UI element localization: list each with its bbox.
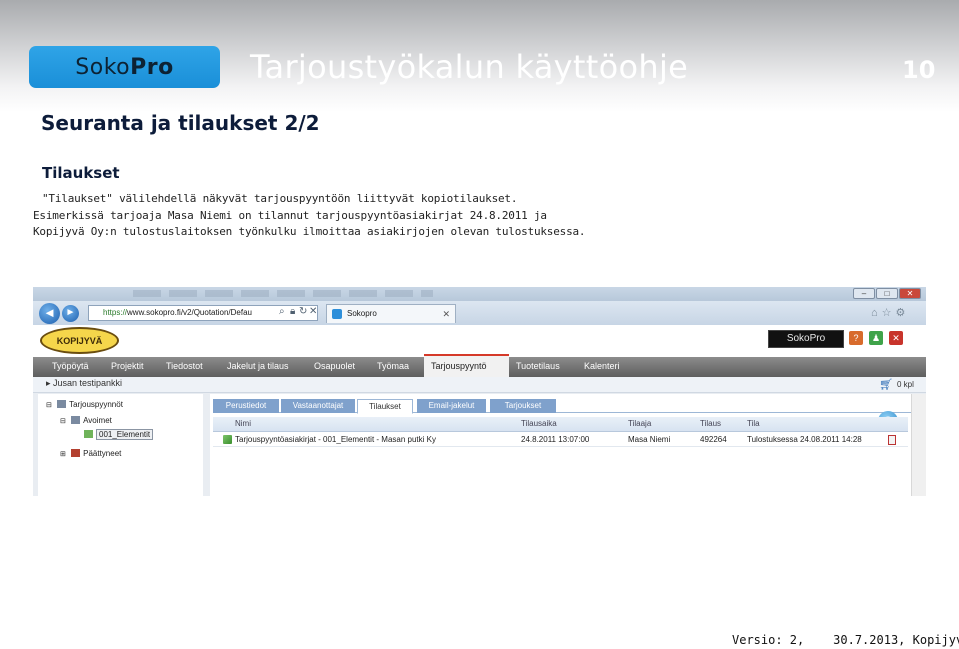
footer-version: Versio: 2, 30.7.2013, Kopijyvä Oy bbox=[732, 633, 959, 647]
minimize-button[interactable]: – bbox=[853, 288, 875, 299]
logo-text: SokoPro bbox=[75, 54, 174, 80]
tree-item-001-elementit[interactable]: 001_Elementit bbox=[84, 429, 154, 440]
home-icon[interactable]: ⌂ bbox=[871, 307, 882, 319]
stop-icon[interactable]: ✕ bbox=[309, 306, 317, 317]
kopijyva-logo: KOPIJYVÄ bbox=[40, 327, 119, 354]
menu-item-projektit[interactable]: Projektit bbox=[111, 357, 144, 377]
body-text-line: Kopijyvä Oy:n tulostuslaitoksen työnkulk… bbox=[33, 225, 586, 238]
tree-panel: ⊟ Tarjouspyynnöt ⊟ Avoimet 001_Elementit… bbox=[38, 394, 203, 496]
app-menubar: Työpöytä Projektit Tiedostot Jakelut ja … bbox=[33, 354, 926, 377]
menu-item-tarjouspyynto[interactable]: Tarjouspyyntö bbox=[431, 357, 487, 377]
cell-tilausaika: 24.8.2011 13:07:00 bbox=[521, 435, 590, 444]
column-header-nimi[interactable]: Nimi bbox=[235, 419, 251, 428]
star-icon[interactable]: ☆ bbox=[882, 307, 896, 319]
sokopro-mini-logo: SokoPro bbox=[768, 330, 844, 348]
tab-perustiedot[interactable]: Perustiedot bbox=[213, 399, 279, 413]
tab-tilaukset[interactable]: Tilaukset bbox=[357, 399, 413, 414]
browser-toolbar-icons: ⌂☆⚙ bbox=[871, 306, 909, 319]
tree-label: Avoimet bbox=[83, 416, 112, 425]
collapse-icon[interactable]: ⊟ bbox=[46, 402, 52, 409]
breadcrumb[interactable]: ▸ Jusan testipankki bbox=[46, 378, 122, 389]
folder-icon bbox=[71, 449, 81, 457]
logout-square-button[interactable]: ✕ bbox=[889, 331, 903, 345]
close-window-button[interactable]: ✕ bbox=[899, 288, 921, 299]
column-header-tilaaja[interactable]: Tilaaja bbox=[628, 419, 651, 428]
document-title: Tarjoustyökalun käyttöohje bbox=[250, 48, 689, 86]
folder-icon bbox=[71, 416, 81, 424]
tree-label: 001_Elementit bbox=[96, 429, 154, 440]
sokopro-logo: SokoPro bbox=[29, 46, 220, 88]
cell-nimi: Tarjouspyyntöasiakirjat - 001_Elementit … bbox=[235, 435, 436, 444]
column-header-tilausaika[interactable]: Tilausaika bbox=[521, 419, 557, 428]
menu-item-jakelut[interactable]: Jakelut ja tilaus bbox=[227, 357, 289, 377]
pdf-icon[interactable] bbox=[888, 435, 896, 445]
breadcrumb-bar: ▸ Jusan testipankki 🛒︎ 0 kpl bbox=[33, 377, 926, 393]
subheading: Tilaukset bbox=[42, 164, 120, 182]
cell-tilaus: 492264 bbox=[700, 435, 727, 444]
window-titlebar: – □ ✕ bbox=[33, 287, 926, 301]
tree-folder-paattyneet[interactable]: ⊞ Päättyneet bbox=[60, 449, 121, 458]
menu-item-tuotetilaus[interactable]: Tuotetilaus bbox=[516, 357, 560, 377]
app-header: KOPIJYVÄ SokoPro ? ♟ ✕ bbox=[33, 325, 926, 357]
forward-button[interactable]: ► bbox=[62, 305, 79, 322]
lock-icon: 🔒︎ bbox=[290, 306, 296, 317]
back-button[interactable]: ◄ bbox=[39, 303, 60, 324]
edit-icon[interactable] bbox=[223, 435, 232, 444]
tab-email-jakelut[interactable]: Email-jakelut bbox=[417, 399, 486, 413]
menu-item-kalenteri[interactable]: Kalenteri bbox=[584, 357, 620, 377]
browser-nav-bar: ◄ ► https://www.sokopro.fi/v2/Quotation/… bbox=[33, 301, 926, 325]
document-icon bbox=[84, 430, 93, 438]
sokopro-favicon-icon bbox=[332, 309, 342, 319]
table-row[interactable]: Tarjouspyyntöasiakirjat - 001_Elementit … bbox=[213, 433, 908, 447]
cell-tilaaja: Masa Niemi bbox=[628, 435, 671, 444]
cart-icon[interactable]: 🛒︎ bbox=[879, 378, 893, 391]
tab-row: Perustiedot Vastaanottajat Tilaukset Ema… bbox=[213, 399, 913, 414]
body-text-line: Esimerkissä tarjoaja Masa Niemi on tilan… bbox=[33, 209, 547, 222]
cell-tila: Tulostuksessa 24.08.2011 14:28 bbox=[747, 435, 862, 444]
menu-item-tyomaa[interactable]: Työmaa bbox=[377, 357, 409, 377]
browser-screenshot: – □ ✕ ◄ ► https://www.sokopro.fi/v2/Quot… bbox=[33, 287, 926, 496]
scrollbar[interactable] bbox=[911, 394, 926, 496]
browser-tab[interactable]: Sokopro ✕ bbox=[326, 304, 456, 323]
menu-item-osapuolet[interactable]: Osapuolet bbox=[314, 357, 355, 377]
tree-label: Päättyneet bbox=[83, 449, 122, 458]
grid-header: Nimi Tilausaika Tilaaja Tilaus Tila bbox=[213, 417, 908, 432]
close-tab-icon[interactable]: ✕ bbox=[442, 305, 450, 323]
tab-tarjoukset[interactable]: Tarjoukset bbox=[490, 399, 556, 413]
folder-icon bbox=[57, 400, 67, 408]
tab-title: Sokopro bbox=[347, 309, 377, 318]
page-number: 10 bbox=[902, 56, 936, 84]
body-text-line: "Tilaukset" välilehdellä näkyvät tarjous… bbox=[42, 192, 518, 205]
cart-count: 0 kpl bbox=[897, 380, 914, 389]
main-pane: Perustiedot Vastaanottajat Tilaukset Ema… bbox=[210, 394, 926, 496]
search-icon[interactable]: ⌕ bbox=[279, 306, 285, 317]
menu-item-tyopoyta[interactable]: Työpöytä bbox=[52, 357, 89, 377]
column-header-tilaus[interactable]: Tilaus bbox=[700, 419, 721, 428]
expand-icon[interactable]: ⊞ bbox=[60, 451, 66, 458]
gear-icon[interactable]: ⚙ bbox=[896, 307, 910, 319]
tree-root-tarjouspyynnot[interactable]: ⊟ Tarjouspyynnöt bbox=[46, 400, 123, 409]
column-header-tila[interactable]: Tila bbox=[747, 419, 760, 428]
help-square-button[interactable]: ? bbox=[849, 331, 863, 345]
section-title: Seuranta ja tilaukset 2/2 bbox=[41, 111, 320, 135]
browser-menu-strip bbox=[133, 290, 433, 297]
tree-label: Tarjouspyynnöt bbox=[69, 400, 123, 409]
menu-item-tiedostot[interactable]: Tiedostot bbox=[166, 357, 203, 377]
refresh-icon[interactable]: ↻ bbox=[299, 306, 307, 317]
collapse-icon[interactable]: ⊟ bbox=[60, 418, 66, 425]
maximize-button[interactable]: □ bbox=[876, 288, 898, 299]
user-square-button[interactable]: ♟ bbox=[869, 331, 883, 345]
tree-folder-avoimet[interactable]: ⊟ Avoimet bbox=[60, 416, 112, 425]
tab-vastaanottajat[interactable]: Vastaanottajat bbox=[281, 399, 355, 413]
